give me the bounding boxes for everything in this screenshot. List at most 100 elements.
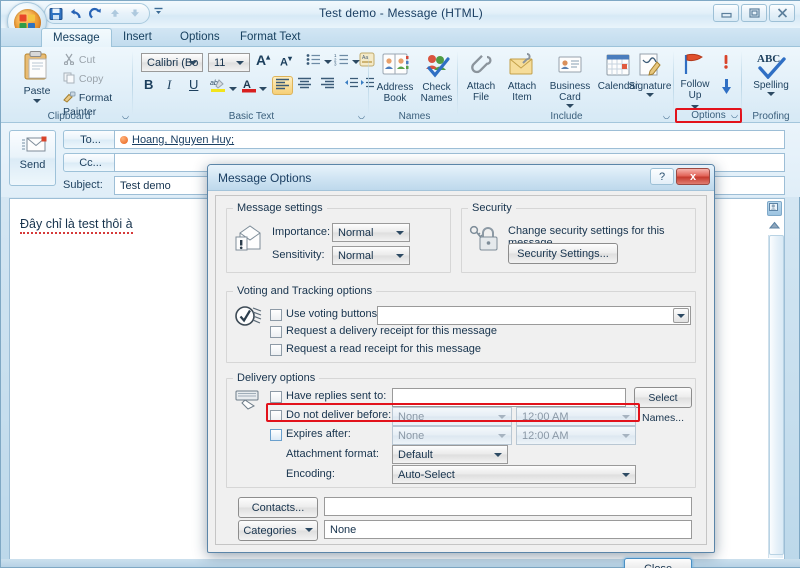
chevron-down-icon[interactable]: [396, 230, 404, 235]
basic-text-dialog-launcher-icon[interactable]: ◡: [358, 111, 365, 120]
paste-button[interactable]: Paste: [15, 50, 59, 110]
chevron-down-icon[interactable]: [258, 87, 267, 91]
low-importance-button[interactable]: [721, 79, 732, 98]
chevron-down-icon[interactable]: [498, 414, 506, 419]
people-pane-collapse-button[interactable]: [767, 218, 782, 233]
people-pane-expand-button[interactable]: [767, 201, 782, 216]
chevron-down-icon[interactable]: [304, 528, 313, 532]
sensitivity-combo[interactable]: Normal: [332, 246, 410, 265]
body-scrollbar-thumb[interactable]: [769, 235, 784, 555]
text-highlight-button[interactable]: ab: [210, 77, 237, 96]
grow-font-button[interactable]: A▴: [256, 52, 270, 68]
have-replies-input[interactable]: [392, 388, 626, 407]
tab-message[interactable]: Message: [41, 28, 112, 48]
chevron-down-icon[interactable]: [622, 472, 630, 477]
address-book-button[interactable]: Address Book: [373, 52, 417, 104]
undo-icon[interactable]: [69, 7, 83, 21]
do-not-deliver-time-combo[interactable]: 12:00 AM: [516, 407, 636, 426]
check-names-button[interactable]: Check Names: [416, 52, 457, 104]
chevron-down-icon[interactable]: [33, 99, 41, 103]
follow-up-button[interactable]: Follow Up: [675, 52, 715, 112]
numbering-button[interactable]: 123: [334, 53, 360, 69]
cut-button[interactable]: Cut: [63, 53, 95, 68]
expires-after-time-combo[interactable]: 12:00 AM: [516, 426, 636, 445]
to-field[interactable]: Hoang, Nguyen Huy;: [114, 130, 785, 149]
select-names-button[interactable]: Select Names...: [634, 387, 692, 424]
use-voting-checkbox[interactable]: [270, 309, 282, 321]
decrease-indent-button[interactable]: [344, 77, 359, 92]
chevron-down-icon[interactable]: [498, 433, 506, 438]
dialog-close-action-button[interactable]: Close: [624, 558, 692, 568]
chevron-down-icon[interactable]: [236, 60, 244, 65]
use-voting-input[interactable]: [377, 306, 691, 325]
font-name-combo[interactable]: Calibri (Bo: [141, 53, 203, 72]
align-left-button[interactable]: [272, 76, 293, 95]
minimize-button[interactable]: [713, 4, 739, 22]
restore-button[interactable]: [741, 4, 767, 22]
chevron-down-icon[interactable]: [323, 60, 332, 64]
attach-file-button[interactable]: Attach File: [461, 52, 501, 103]
attachment-format-combo[interactable]: Default: [392, 445, 508, 464]
align-right-button[interactable]: [320, 77, 335, 92]
chevron-down-icon[interactable]: [622, 414, 630, 419]
spelling-button[interactable]: ABC Spelling: [747, 51, 795, 96]
chevron-down-icon[interactable]: [767, 92, 775, 96]
options-dialog-launcher-icon[interactable]: ◡: [731, 110, 738, 119]
customize-qat-icon[interactable]: [153, 6, 164, 20]
chevron-down-icon[interactable]: [189, 60, 197, 65]
contacts-button[interactable]: Contacts...: [238, 497, 318, 518]
read-receipt-checkbox[interactable]: [270, 344, 282, 356]
underline-button[interactable]: U: [189, 77, 198, 92]
down-icon[interactable]: [129, 7, 143, 21]
attach-item-button[interactable]: Attach Item: [501, 52, 543, 103]
shrink-font-button[interactable]: A▾: [280, 54, 292, 69]
high-importance-button[interactable]: [721, 54, 731, 73]
chevron-down-icon[interactable]: [566, 104, 574, 108]
tab-format-text[interactable]: Format Text: [229, 28, 312, 47]
categories-button[interactable]: Categories: [238, 520, 318, 541]
tab-insert[interactable]: Insert: [112, 28, 163, 47]
security-settings-button[interactable]: Security Settings...: [508, 243, 618, 264]
chevron-down-icon[interactable]: [622, 433, 630, 438]
copy-label: Copy: [78, 73, 104, 85]
have-replies-checkbox[interactable]: [270, 391, 282, 403]
font-size-combo[interactable]: 11: [208, 53, 250, 72]
signature-button[interactable]: Signature: [627, 52, 673, 97]
chevron-down-icon[interactable]: [228, 87, 237, 91]
importance-combo[interactable]: Normal: [332, 223, 410, 242]
do-not-deliver-date-value: None: [398, 411, 425, 423]
encoding-combo[interactable]: Auto-Select: [392, 465, 636, 484]
bullets-button[interactable]: [306, 53, 332, 69]
font-color-button[interactable]: A: [242, 77, 267, 96]
copy-button[interactable]: Copy: [63, 72, 103, 87]
do-not-deliver-date-combo[interactable]: None: [392, 407, 512, 426]
chevron-down-icon[interactable]: [494, 452, 502, 457]
business-card-button[interactable]: Business Card: [544, 52, 596, 108]
align-center-button[interactable]: [297, 77, 312, 92]
clipboard-dialog-launcher-icon[interactable]: ◡: [122, 111, 129, 120]
expires-after-date-combo[interactable]: None: [392, 426, 512, 445]
cc-button[interactable]: Cc...: [63, 153, 118, 172]
contacts-input[interactable]: [324, 497, 692, 516]
save-icon[interactable]: [49, 7, 63, 21]
attachment-format-value: Default: [398, 449, 433, 461]
chevron-down-icon[interactable]: [673, 308, 689, 323]
expires-after-checkbox[interactable]: [270, 429, 282, 441]
chevron-down-icon[interactable]: [396, 253, 404, 258]
send-button[interactable]: Send: [9, 130, 56, 186]
dialog-help-button[interactable]: ?: [650, 168, 674, 185]
redo-icon[interactable]: [89, 7, 103, 21]
up-icon[interactable]: [109, 7, 123, 21]
to-button[interactable]: To...: [63, 130, 118, 149]
close-button[interactable]: [769, 4, 795, 22]
include-dialog-launcher-icon[interactable]: ◡: [663, 111, 670, 120]
body-scrollbar[interactable]: [768, 235, 784, 558]
dialog-close-button[interactable]: x: [676, 168, 710, 185]
tab-options[interactable]: Options: [169, 28, 231, 47]
delivery-receipt-checkbox[interactable]: [270, 326, 282, 338]
chevron-down-icon[interactable]: [646, 93, 654, 97]
italic-button[interactable]: I: [167, 77, 171, 93]
bold-button[interactable]: B: [144, 77, 153, 92]
categories-input[interactable]: None: [324, 520, 692, 539]
do-not-deliver-checkbox[interactable]: [270, 410, 282, 422]
